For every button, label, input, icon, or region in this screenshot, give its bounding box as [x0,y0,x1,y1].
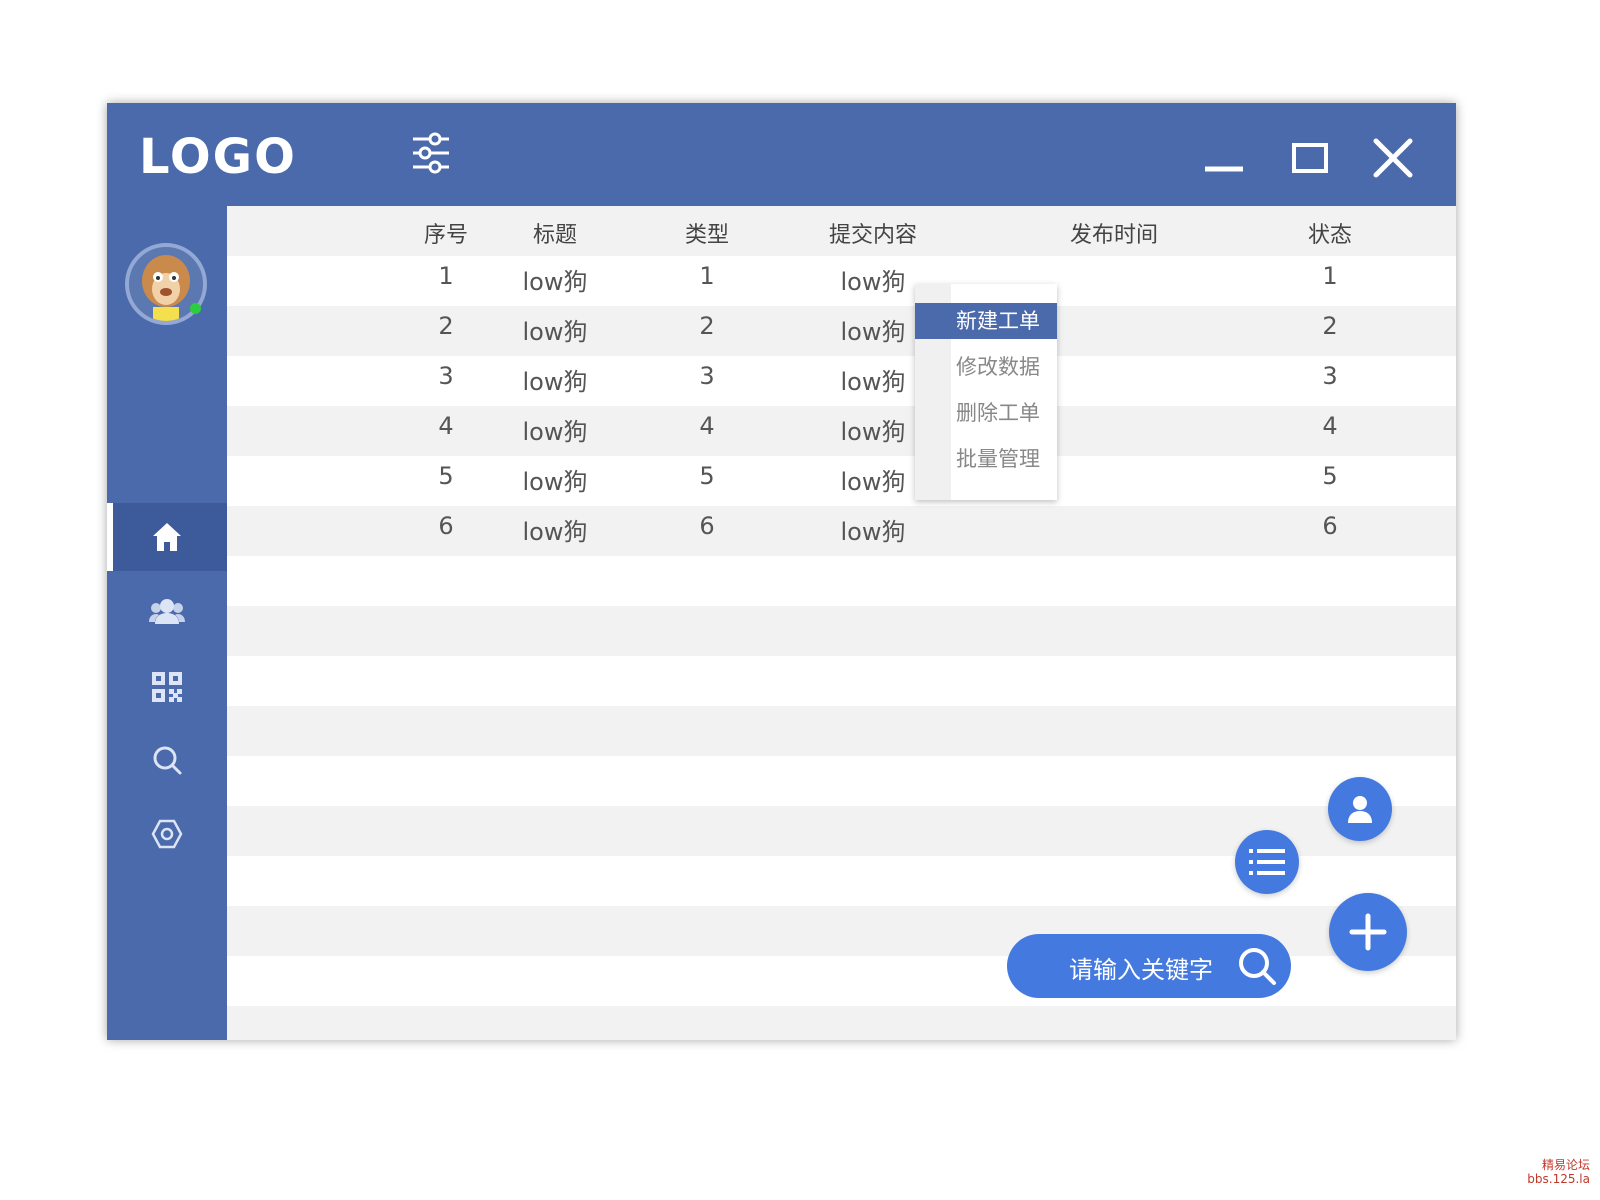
table-cell: low狗 [522,268,588,296]
table-cell: 3 [699,362,715,390]
column-header[interactable]: 状态 [1308,217,1352,249]
table-cell: 5 [1322,462,1338,490]
sidebar-item-qrcode[interactable] [107,653,227,721]
table-row-background [227,706,1456,756]
table-cell: low狗 [840,518,906,546]
column-header[interactable]: 提交内容 [829,217,917,249]
menu-item-new-ticket[interactable]: 新建工单 [915,303,1057,339]
list-icon [1249,849,1285,875]
table-cell: 4 [1322,412,1338,440]
search-input[interactable]: 请输入关键字 [1007,934,1291,998]
context-menu: 新建工单 修改数据 删除工单 批量管理 [915,284,1057,500]
plus-icon [1349,913,1387,951]
table-row-background [227,606,1456,656]
table-cell: low狗 [840,268,906,296]
column-header[interactable]: 发布时间 [1070,217,1158,249]
table-cell: 6 [699,512,715,540]
table-cell: 1 [1322,262,1338,290]
table-cell: 5 [699,462,715,490]
sidebar-item-home[interactable] [107,503,227,571]
app-window: LOGO 序号 标题 类型 提交内容 发布时间 状态 1 low狗 1 low狗… [107,103,1456,1040]
search-button-icon[interactable] [1237,946,1277,986]
table-cell: 2 [438,312,454,340]
users-icon [149,599,185,624]
table-cell: low狗 [522,368,588,396]
table-cell: low狗 [840,418,906,446]
sidebar-item-users[interactable] [107,578,227,646]
list-fab-button[interactable] [1235,830,1299,894]
menu-item-delete-ticket[interactable]: 删除工单 [915,395,1057,431]
settings-icon [151,819,183,849]
user-icon [1348,796,1372,823]
user-fab-button[interactable] [1328,777,1392,841]
table-cell: 2 [1322,312,1338,340]
table-row-background [227,556,1456,606]
watermark-line2: bbs.125.la [1527,1172,1590,1186]
search-placeholder: 请输入关键字 [1069,956,1213,984]
watermark: 精易论坛 bbs.125.la [1520,1158,1590,1186]
sidebar-item-search[interactable] [107,726,227,794]
table-cell: low狗 [522,518,588,546]
column-header[interactable]: 类型 [685,217,729,249]
maximize-button[interactable] [1288,135,1334,181]
sidebar-item-settings[interactable] [107,800,227,868]
table-cell: 3 [438,362,454,390]
online-status-dot [190,303,201,314]
data-table: 序号 标题 类型 提交内容 发布时间 状态 1 low狗 1 low狗 1 2 low狗 2 low狗 2 3… [227,206,1456,1040]
table-cell: 4 [699,412,715,440]
sidebar [107,206,227,1040]
title-bar: LOGO [107,103,1456,206]
table-cell: low狗 [522,318,588,346]
table-row-background [227,656,1456,706]
table-cell: 1 [699,262,715,290]
column-header[interactable]: 序号 [424,217,468,249]
table-cell: low狗 [840,468,906,496]
watermark-line1: 精易论坛 [1541,1158,1590,1172]
table-cell: low狗 [840,318,906,346]
table-cell: 2 [699,312,715,340]
menu-item-batch-manage[interactable]: 批量管理 [915,441,1057,477]
table-cell: low狗 [840,368,906,396]
table-row-background [227,756,1456,806]
table-cell: 4 [438,412,454,440]
table-cell: 1 [438,262,454,290]
table-cell: low狗 [522,468,588,496]
minimize-button[interactable] [1201,135,1247,181]
table-cell: 6 [1322,512,1338,540]
table-cell: 6 [438,512,454,540]
table-cell: 5 [438,462,454,490]
menu-item-edit-data[interactable]: 修改数据 [915,349,1057,385]
filter-settings-icon[interactable] [409,131,453,175]
table-row-background [227,1006,1456,1040]
column-header[interactable]: 标题 [533,217,577,249]
table-cell: low狗 [522,418,588,446]
add-fab-button[interactable] [1329,893,1407,971]
table-cell: 3 [1322,362,1338,390]
close-button[interactable] [1370,135,1416,181]
app-logo: LOGO [139,129,297,185]
qrcode-icon [152,672,182,702]
search-icon [153,746,182,775]
home-icon [153,523,181,551]
